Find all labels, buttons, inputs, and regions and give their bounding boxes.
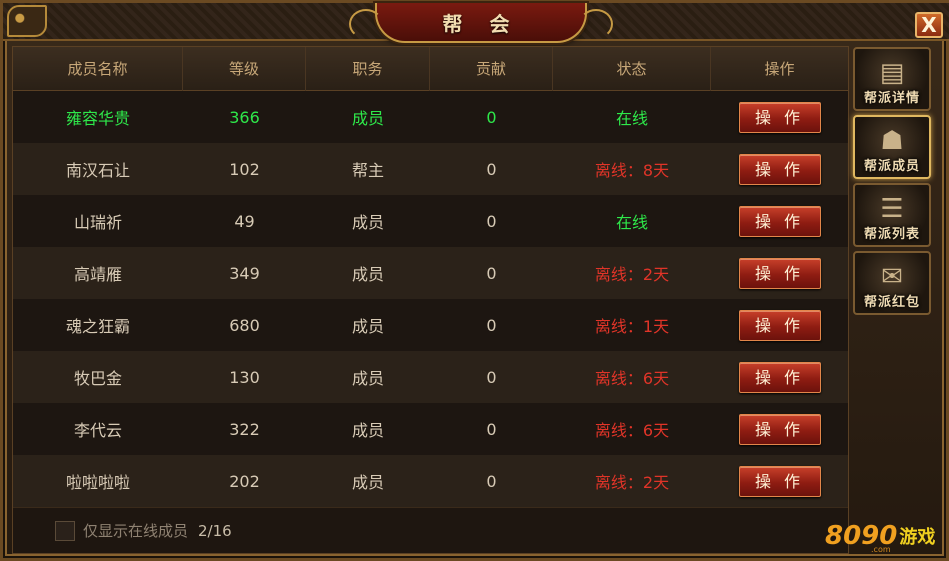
action-cell: 操 作 xyxy=(711,101,848,133)
member-name: 李代云 xyxy=(73,421,122,440)
action-cell: 操 作 xyxy=(711,361,848,393)
online-count: 2/16 xyxy=(198,521,232,540)
action-cell: 操 作 xyxy=(711,257,848,289)
member-name: 牧巴金 xyxy=(73,369,122,388)
table-row[interactable]: 高靖雁 349 成员 0 离线：2天 操 作 xyxy=(13,247,848,299)
title-plate: 帮 会 xyxy=(349,3,613,43)
member-contribution: 0 xyxy=(486,419,497,439)
table-row[interactable]: 山瑞祈 49 成员 0 在线 操 作 xyxy=(13,195,848,247)
member-level: 202 xyxy=(229,471,260,491)
member-status: 离线：8天 xyxy=(594,161,670,180)
operate-button[interactable]: 操 作 xyxy=(738,465,821,497)
member-role: 成员 xyxy=(351,317,384,336)
member-status: 在线 xyxy=(615,109,648,128)
member-table-panel: 成员名称 等级 职务 贡献 状态 操作 雍容华贵 366 成员 0 在线操 作南汉石让 1… xyxy=(12,46,849,554)
operate-button[interactable]: 操 作 xyxy=(738,361,821,393)
operate-button[interactable]: 操 作 xyxy=(738,257,821,289)
table-row[interactable]: 魂之狂霸 680 成员 0 离线：1天 操 作 xyxy=(13,299,848,351)
site-watermark: 8090 游戏 .com xyxy=(825,515,945,557)
action-cell: 操 作 xyxy=(711,153,848,185)
member-contribution: 0 xyxy=(486,471,497,491)
red-envelope-icon: ✉ xyxy=(881,262,903,292)
member-role: 成员 xyxy=(351,265,384,284)
member-role: 成员 xyxy=(351,421,384,440)
member-contribution: 0 xyxy=(486,159,497,179)
online-only-label: 仅显示在线成员 xyxy=(83,522,189,540)
member-status: 离线：1天 xyxy=(594,317,670,336)
book-icon: ▤ xyxy=(879,58,905,88)
window-title: 帮 会 xyxy=(442,11,520,36)
header-contribution: 贡献 xyxy=(430,47,553,91)
member-name: 山瑞祈 xyxy=(73,213,122,232)
member-status: 离线：6天 xyxy=(594,421,670,440)
guild-window: 帮 会 X 成员名称 等级 职务 贡献 状态 操作 雍容华贵 366 成员 0 在线操 … xyxy=(0,0,949,561)
member-role: 成员 xyxy=(351,213,384,232)
member-status: 离线：2天 xyxy=(594,265,670,284)
title-bar: 帮 会 xyxy=(3,3,949,43)
action-cell: 操 作 xyxy=(711,465,848,497)
header-status: 状态 xyxy=(553,47,711,91)
operate-button[interactable]: 操 作 xyxy=(738,413,821,445)
member-role: 成员 xyxy=(351,473,384,492)
action-cell: 操 作 xyxy=(711,413,848,445)
member-contribution: 0 xyxy=(486,211,497,231)
member-level: 322 xyxy=(229,419,260,439)
close-button[interactable]: X xyxy=(915,12,943,38)
side-tab-1[interactable]: ▤ 帮派详情 xyxy=(853,47,931,111)
action-cell: 操 作 xyxy=(711,205,848,237)
member-level: 680 xyxy=(229,315,260,335)
operate-button[interactable]: 操 作 xyxy=(738,153,821,185)
table-row[interactable]: 南汉石让 102 帮主 0 离线：8天 操 作 xyxy=(13,143,848,195)
dragon-ornament-left xyxy=(7,5,47,37)
side-tab-4[interactable]: ✉ 帮派红包 xyxy=(853,251,931,315)
header-action: 操作 xyxy=(764,60,795,78)
member-level: 349 xyxy=(229,263,260,283)
member-contribution: 0 xyxy=(486,367,497,387)
action-cell: 操 作 xyxy=(711,309,848,341)
member-contribution: 0 xyxy=(486,315,497,335)
member-name: 雍容华贵 xyxy=(65,109,130,128)
member-level: 49 xyxy=(234,211,255,231)
operate-button[interactable]: 操 作 xyxy=(738,205,821,237)
member-status: 离线：6天 xyxy=(594,369,670,388)
member-rows: 雍容华贵 366 成员 0 在线操 作南汉石让 102 帮主 0 离线：8天操 作山瑞祈 49 成员… xyxy=(13,91,848,507)
member-role: 成员 xyxy=(351,369,384,388)
header-member-name: 成员名称 xyxy=(13,47,183,91)
operate-button[interactable]: 操 作 xyxy=(738,101,821,133)
member-status: 在线 xyxy=(615,213,648,232)
side-tab-bar: ▤ 帮派详情 ☗ 帮派成员 ☰ 帮派列表 ✉ 帮派红包 xyxy=(851,45,945,345)
side-tab-2[interactable]: ☗ 帮派成员 xyxy=(853,115,931,179)
member-level: 102 xyxy=(229,159,260,179)
member-contribution: 0 xyxy=(486,263,497,283)
member-level: 366 xyxy=(229,107,260,127)
table-footer: 仅显示在线成员 2/16 xyxy=(13,507,848,553)
table-row[interactable]: 雍容华贵 366 成员 0 在线 操 作 xyxy=(13,91,848,143)
member-name: 南汉石让 xyxy=(65,161,130,180)
table-header: 成员名称 等级 职务 贡献 状态 操作 xyxy=(13,47,848,91)
member-name: 啦啦啦啦 xyxy=(65,473,130,492)
scroll-icon: ☰ xyxy=(880,194,904,224)
watermark-domain: .com xyxy=(871,545,891,554)
header-role: 职务 xyxy=(306,47,430,91)
side-tab-3[interactable]: ☰ 帮派列表 xyxy=(853,183,931,247)
member-name: 魂之狂霸 xyxy=(65,317,130,336)
online-only-checkbox[interactable] xyxy=(55,520,75,541)
table-row[interactable]: 啦啦啦啦 202 成员 0 离线：2天 操 作 xyxy=(13,455,848,507)
member-role: 成员 xyxy=(351,109,384,128)
member-status: 离线：2天 xyxy=(594,473,670,492)
operate-button[interactable]: 操 作 xyxy=(738,309,821,341)
member-contribution: 0 xyxy=(486,107,497,127)
member-name: 高靖雁 xyxy=(73,265,122,284)
member-role: 帮主 xyxy=(351,161,384,180)
watermark-text: 游戏 xyxy=(899,527,936,548)
table-row[interactable]: 李代云 322 成员 0 离线：6天 操 作 xyxy=(13,403,848,455)
header-level: 等级 xyxy=(183,47,306,91)
table-row[interactable]: 牧巴金 130 成员 0 离线：6天 操 作 xyxy=(13,351,848,403)
helmet-icon: ☗ xyxy=(880,126,904,156)
member-level: 130 xyxy=(229,367,260,387)
